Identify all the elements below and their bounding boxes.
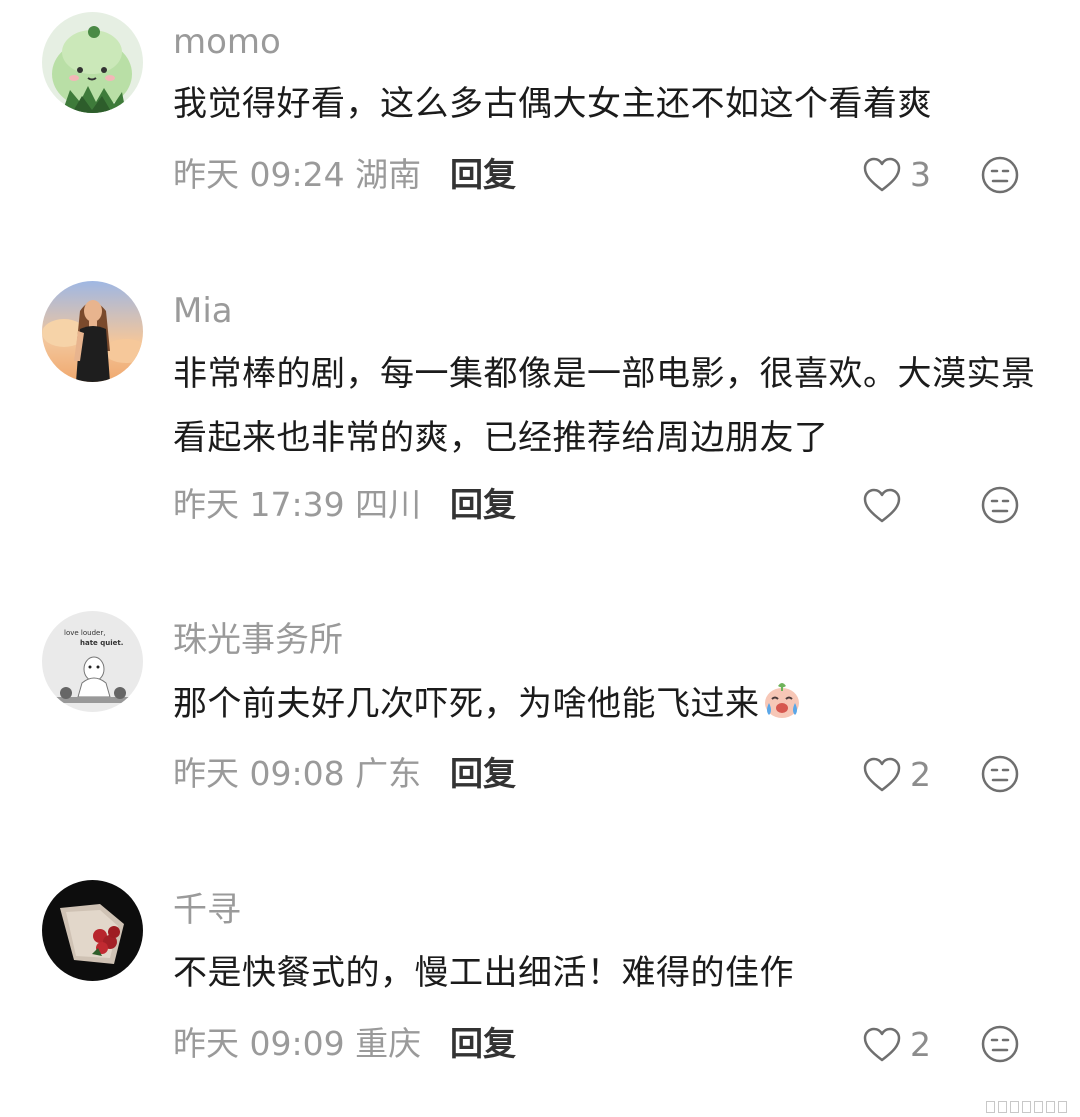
avatar-caption: hate quiet. <box>80 639 123 647</box>
comment-text: 我觉得好看，这么多古偶大女主还不如这个看着爽 <box>173 84 932 124</box>
username[interactable]: momo <box>173 22 281 62</box>
avatar-caption: love louder, <box>64 629 105 637</box>
emoji-reaction-button[interactable] <box>980 155 1020 195</box>
watermark-block <box>1022 1101 1031 1113</box>
neutral-face-icon <box>981 1025 1019 1063</box>
reply-button[interactable]: 回复 <box>450 485 516 525</box>
reply-button[interactable]: 回复 <box>450 1024 516 1064</box>
reply-button[interactable]: 回复 <box>450 754 516 794</box>
watermark-block <box>986 1101 995 1113</box>
avatar[interactable] <box>42 281 143 382</box>
comment-text: 非常棒的剧，每一集都像是一部电影，很喜欢。大漠实景看起来也非常的爽，已经推荐给周… <box>173 354 1036 458</box>
username[interactable]: Mia <box>173 291 233 331</box>
heart-icon <box>863 757 901 792</box>
reply-button[interactable]: 回复 <box>450 155 516 195</box>
comment-meta: 昨天 09:24 湖南 <box>173 155 422 194</box>
neutral-face-icon <box>981 755 1019 793</box>
like-button[interactable]: 2 <box>862 1023 942 1067</box>
like-button[interactable] <box>862 484 942 528</box>
comment-text: 那个前夫好几次吓死，为啥他能飞过来 <box>173 672 1043 736</box>
like-button[interactable]: 2 <box>862 753 942 797</box>
crying-laugh-emoji-icon <box>764 683 799 718</box>
watermark-block <box>1010 1101 1019 1113</box>
heart-icon <box>863 488 901 523</box>
neutral-face-icon <box>981 156 1019 194</box>
username[interactable]: 千寻 <box>173 890 241 930</box>
watermark-strip <box>986 1101 1068 1113</box>
like-button[interactable]: 3 <box>862 153 942 197</box>
comment-text: 不是快餐式的，慢工出细活！难得的佳作 <box>173 953 794 993</box>
comment-text-body: 那个前夫好几次吓死，为啥他能飞过来 <box>173 684 760 724</box>
heart-icon <box>863 1027 901 1062</box>
heart-icon <box>863 157 901 192</box>
avatar[interactable] <box>42 880 143 981</box>
watermark-block <box>1046 1101 1055 1113</box>
emoji-reaction-button[interactable] <box>980 754 1020 794</box>
emoji-reaction-button[interactable] <box>980 485 1020 525</box>
watermark-block <box>1058 1101 1067 1113</box>
comment-meta: 昨天 09:09 重庆 <box>173 1024 422 1063</box>
emoji-reaction-button[interactable] <box>980 1024 1020 1064</box>
like-count: 2 <box>910 755 931 794</box>
comment-meta: 昨天 09:08 广东 <box>173 754 422 793</box>
watermark-block <box>1034 1101 1043 1113</box>
watermark-block <box>998 1101 1007 1113</box>
like-count: 2 <box>910 1025 931 1064</box>
username[interactable]: 珠光事务所 <box>173 620 343 660</box>
comment-meta: 昨天 17:39 四川 <box>173 485 422 524</box>
avatar[interactable]: love louder, hate quiet. <box>42 611 143 712</box>
avatar[interactable] <box>42 12 143 113</box>
neutral-face-icon <box>981 486 1019 524</box>
like-count: 3 <box>910 155 931 194</box>
